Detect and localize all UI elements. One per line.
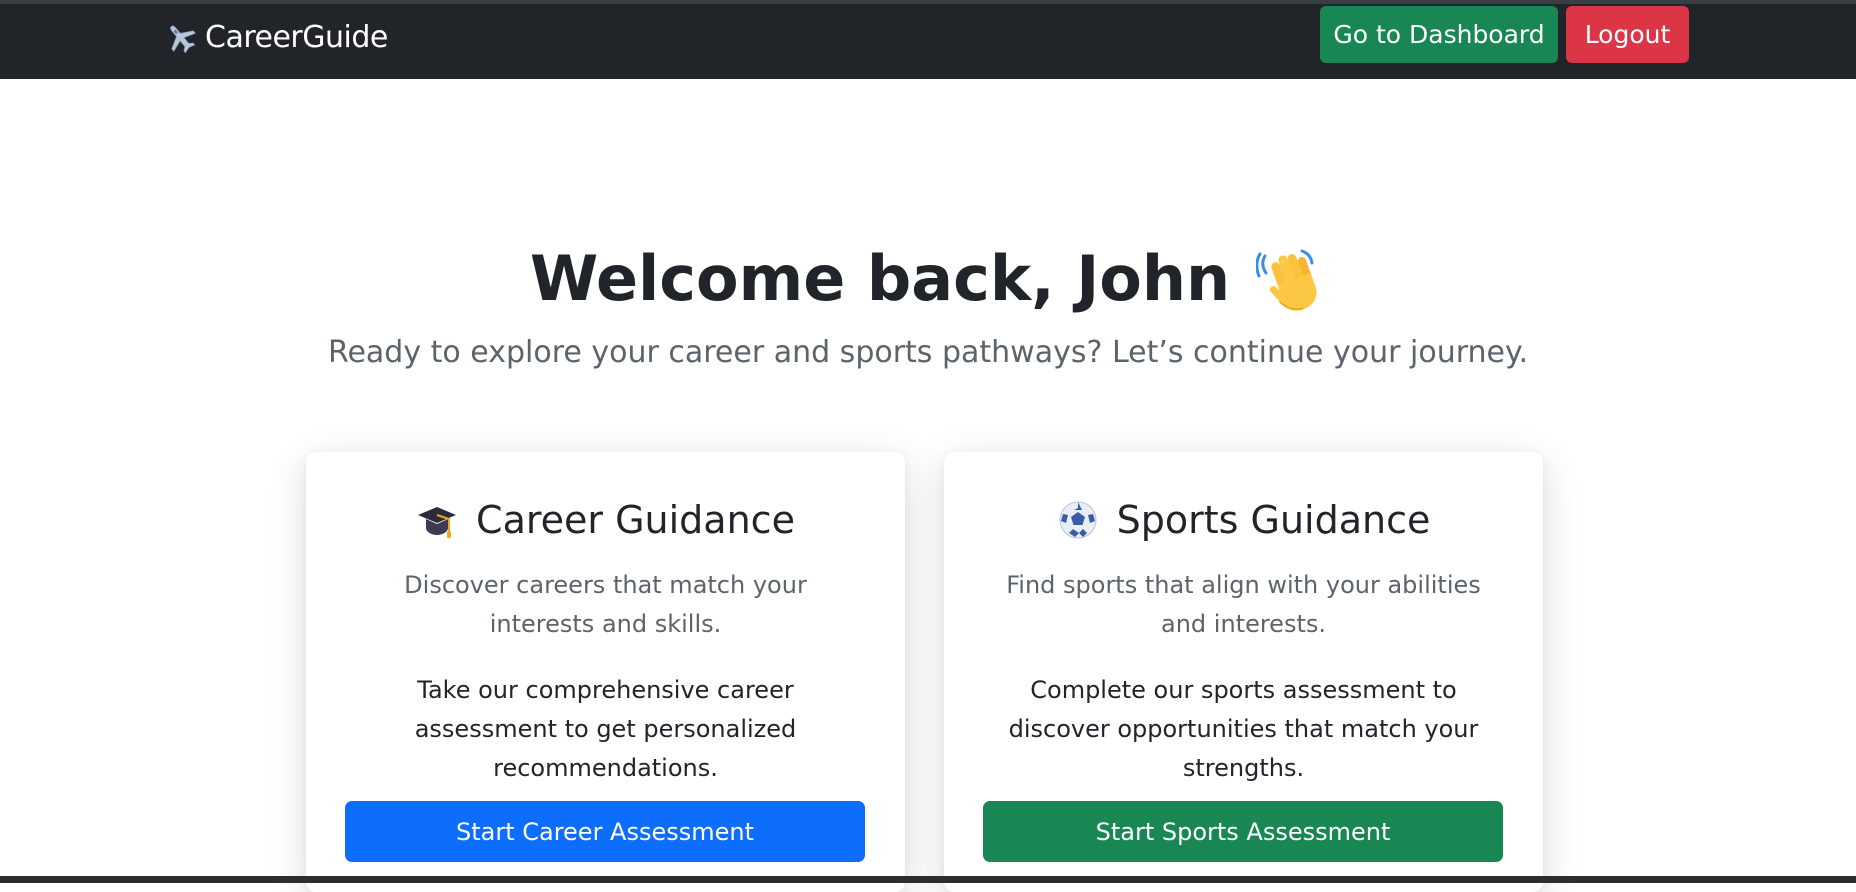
sports-guidance-text: Complete our sports assessment to discov… <box>1008 676 1479 782</box>
card-title: Career Guidance <box>306 492 905 548</box>
card-title: Sports Guidance <box>944 492 1543 548</box>
sports-guidance-description: Find sports that align with your abiliti… <box>1006 571 1481 638</box>
sports-guidance-card: Sports Guidance Find sports that align w… <box>944 452 1543 892</box>
graduation-cap-icon <box>416 499 458 541</box>
logout-button[interactable]: Logout <box>1566 6 1689 63</box>
welcome-heading-text: Welcome back, John <box>529 241 1231 315</box>
career-guidance-card: Career Guidance Discover careers that ma… <box>306 452 905 892</box>
career-guidance-title: Career Guidance <box>476 498 795 542</box>
window-frame-bottom <box>0 876 1856 883</box>
brand-logo-link[interactable]: CareerGuide <box>163 16 388 60</box>
top-navbar: CareerGuide Go to Dashboard Logout <box>0 4 1856 79</box>
career-guidance-text: Take our comprehensive career assessment… <box>414 676 797 782</box>
welcome-heading: Welcome back, John <box>0 238 1856 318</box>
start-career-assessment-button[interactable]: Start Career Assessment <box>345 801 865 862</box>
airplane-icon <box>163 20 199 56</box>
brand-name: CareerGuide <box>205 20 388 55</box>
soccer-ball-icon <box>1057 499 1099 541</box>
start-sports-assessment-button[interactable]: Start Sports Assessment <box>983 801 1503 862</box>
waving-hand-icon <box>1256 243 1326 313</box>
career-guidance-description: Discover careers that match your interes… <box>404 571 807 638</box>
go-to-dashboard-button[interactable]: Go to Dashboard <box>1320 6 1558 63</box>
sports-guidance-title: Sports Guidance <box>1116 498 1431 542</box>
welcome-subtitle: Ready to explore your career and sports … <box>327 335 1529 370</box>
